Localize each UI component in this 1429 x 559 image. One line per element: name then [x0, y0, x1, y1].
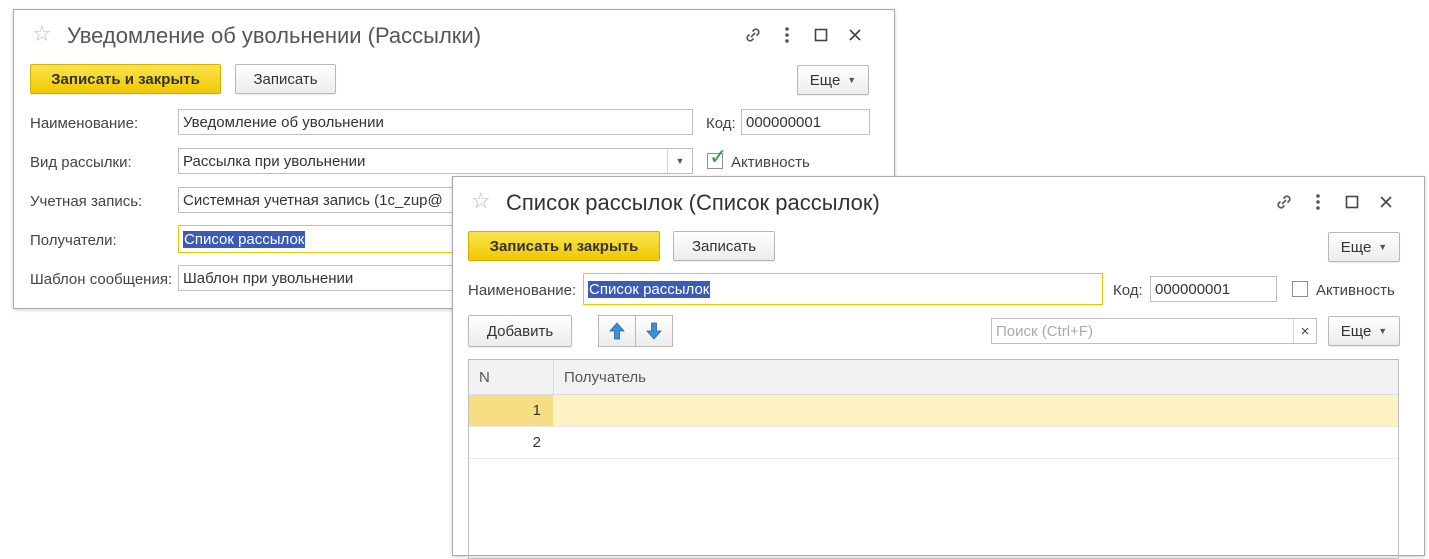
- move-up-button[interactable]: [598, 315, 636, 347]
- close-icon[interactable]: [838, 24, 872, 46]
- account-value: Системная учетная запись (1c_zup@: [183, 191, 443, 209]
- recipients-label: Получатели:: [30, 232, 117, 249]
- more-label: Еще: [1340, 322, 1372, 340]
- window-title: Список рассылок (Список рассылок): [506, 190, 880, 215]
- save-button[interactable]: Записать: [673, 231, 775, 261]
- name-value: Список рассылок: [588, 280, 711, 298]
- add-button[interactable]: Добавить: [468, 315, 572, 347]
- dropdown-icon[interactable]: ▼: [667, 149, 692, 173]
- column-header-recipient[interactable]: Получатель: [564, 360, 646, 394]
- clear-icon[interactable]: ×: [1293, 319, 1316, 343]
- recipients-value: Список рассылок: [183, 230, 306, 248]
- maximize-icon[interactable]: [1335, 191, 1369, 213]
- code-label: Код:: [706, 115, 736, 132]
- active-checkbox[interactable]: [1292, 281, 1308, 297]
- recipients-field[interactable]: Список рассылок: [178, 225, 478, 253]
- more-button[interactable]: Еще ▼: [797, 65, 869, 95]
- title-bar: ☆ Список рассылок (Список рассылок): [453, 177, 1424, 229]
- chevron-down-icon: ▼: [1378, 326, 1388, 336]
- title-bar: ☆ Уведомление об увольнении (Рассылки): [14, 10, 894, 62]
- table-header: N Получатель: [469, 360, 1398, 395]
- star-icon[interactable]: ☆: [471, 190, 491, 212]
- mailing-list-window: ☆ Список рассылок (Список рассылок) Запи…: [452, 176, 1425, 559]
- more-button[interactable]: Еще ▼: [1328, 232, 1400, 262]
- maximize-icon[interactable]: [804, 24, 838, 46]
- save-and-close-button[interactable]: Записать и закрыть: [468, 231, 660, 261]
- table-row[interactable]: 1: [469, 395, 1398, 427]
- more-button-table[interactable]: Еще ▼: [1328, 316, 1400, 346]
- column-divider: [553, 360, 554, 394]
- window-controls: [1267, 191, 1403, 213]
- code-field[interactable]: 000000001: [741, 109, 870, 135]
- account-label: Учетная запись:: [30, 193, 143, 210]
- row-number: 2: [532, 434, 541, 451]
- chevron-down-icon: ▼: [847, 75, 857, 85]
- kebab-menu-icon[interactable]: [770, 24, 804, 46]
- code-field[interactable]: 000000001: [1150, 276, 1277, 302]
- link-icon[interactable]: [1267, 191, 1301, 213]
- checkmark-icon: ✓: [709, 144, 728, 169]
- arrow-down-icon: [646, 322, 662, 340]
- code-value: 000000001: [746, 113, 822, 131]
- column-header-n[interactable]: N: [479, 360, 490, 394]
- name-label: Наименование:: [30, 115, 139, 132]
- code-value: 000000001: [1155, 280, 1231, 298]
- row-number: 1: [469, 395, 553, 426]
- name-label: Наименование:: [468, 282, 577, 299]
- active-checkbox[interactable]: ✓: [707, 146, 727, 169]
- kebab-menu-icon[interactable]: [1301, 191, 1335, 213]
- account-field[interactable]: Системная учетная запись (1c_zup@: [178, 187, 478, 213]
- code-label: Код:: [1113, 282, 1143, 299]
- move-down-button[interactable]: [635, 315, 673, 347]
- window-title: Уведомление об увольнении (Рассылки): [67, 23, 482, 48]
- name-field[interactable]: Список рассылок: [583, 273, 1103, 305]
- link-icon[interactable]: [736, 24, 770, 46]
- active-label: Активность: [1316, 282, 1395, 299]
- mailing-type-label: Вид рассылки:: [30, 154, 132, 171]
- more-label: Еще: [1340, 238, 1372, 256]
- star-icon[interactable]: ☆: [32, 23, 52, 45]
- recipients-table: N Получатель 1 2: [468, 359, 1399, 559]
- name-value: Уведомление об увольнении: [183, 113, 384, 131]
- chevron-down-icon: ▼: [1378, 242, 1388, 252]
- template-field[interactable]: Шаблон при увольнении: [178, 265, 478, 291]
- name-field[interactable]: Уведомление об увольнении: [178, 109, 693, 135]
- mailing-type-value: Рассылка при увольнении: [183, 152, 366, 170]
- search-input[interactable]: Поиск (Ctrl+F) ×: [991, 318, 1317, 344]
- arrow-up-icon: [609, 322, 625, 340]
- mailing-type-select[interactable]: Рассылка при увольнении ▼: [178, 148, 693, 174]
- save-button[interactable]: Записать: [235, 64, 336, 94]
- active-label: Активность: [731, 154, 810, 171]
- save-and-close-button[interactable]: Записать и закрыть: [30, 64, 221, 94]
- more-label: Еще: [809, 71, 841, 89]
- template-value: Шаблон при увольнении: [183, 269, 354, 287]
- close-icon[interactable]: [1369, 191, 1403, 213]
- search-placeholder: Поиск (Ctrl+F): [996, 322, 1093, 340]
- table-row[interactable]: 2: [469, 427, 1398, 459]
- template-label: Шаблон сообщения:: [30, 271, 173, 288]
- window-controls: [736, 24, 872, 46]
